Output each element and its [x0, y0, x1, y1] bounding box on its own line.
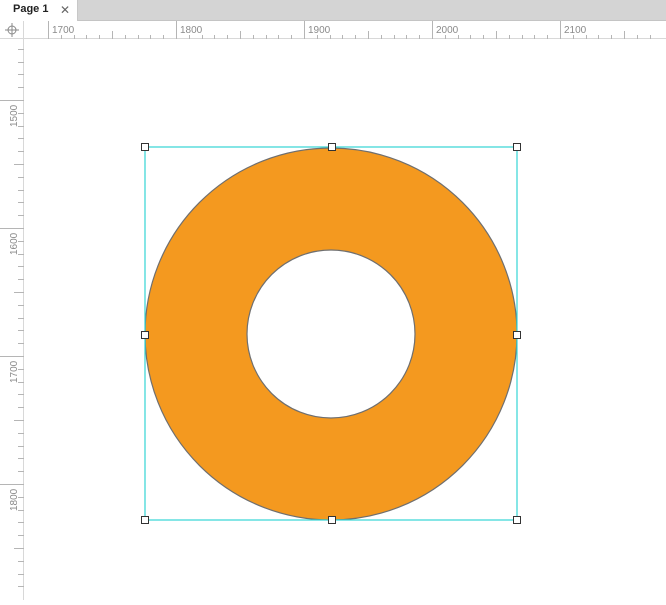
ruler-v-label: 1800: [9, 488, 20, 511]
crosshair-icon: [5, 23, 19, 37]
resize-handle-left[interactable]: [141, 331, 149, 339]
resize-handle-bottom-right[interactable]: [513, 516, 521, 524]
ruler-h-label: 1900: [308, 25, 331, 36]
tab-label: Page 1: [13, 3, 49, 15]
ruler-h-label: 1700: [52, 25, 75, 36]
ruler-v-label: 1600: [9, 232, 20, 255]
resize-handle-top[interactable]: [328, 143, 336, 151]
resize-handle-right[interactable]: [513, 331, 521, 339]
ruler-v-label: 1500: [9, 104, 20, 127]
ruler-h-label: 2100: [564, 25, 587, 36]
resize-handle-top-left[interactable]: [141, 143, 149, 151]
donut-shape[interactable]: [144, 147, 518, 521]
resize-handle-bottom-left[interactable]: [141, 516, 149, 524]
ruler-corner[interactable]: [0, 21, 24, 39]
resize-handle-top-right[interactable]: [513, 143, 521, 151]
ruler-h-label: 1800: [180, 25, 203, 36]
resize-handle-bottom[interactable]: [328, 516, 336, 524]
ruler-h-label: 2000: [436, 25, 459, 36]
horizontal-ruler[interactable]: 1700 1800 1900 2000 2100: [24, 21, 666, 39]
ruler-v-label: 1700: [9, 360, 20, 383]
tab-bar: Page 1 ✕: [0, 0, 666, 21]
vertical-ruler[interactable]: 1500 1600 1700 1800: [0, 39, 24, 600]
tab-page-1[interactable]: Page 1 ✕: [0, 0, 78, 21]
close-icon[interactable]: ✕: [60, 3, 70, 17]
canvas[interactable]: [24, 39, 666, 600]
